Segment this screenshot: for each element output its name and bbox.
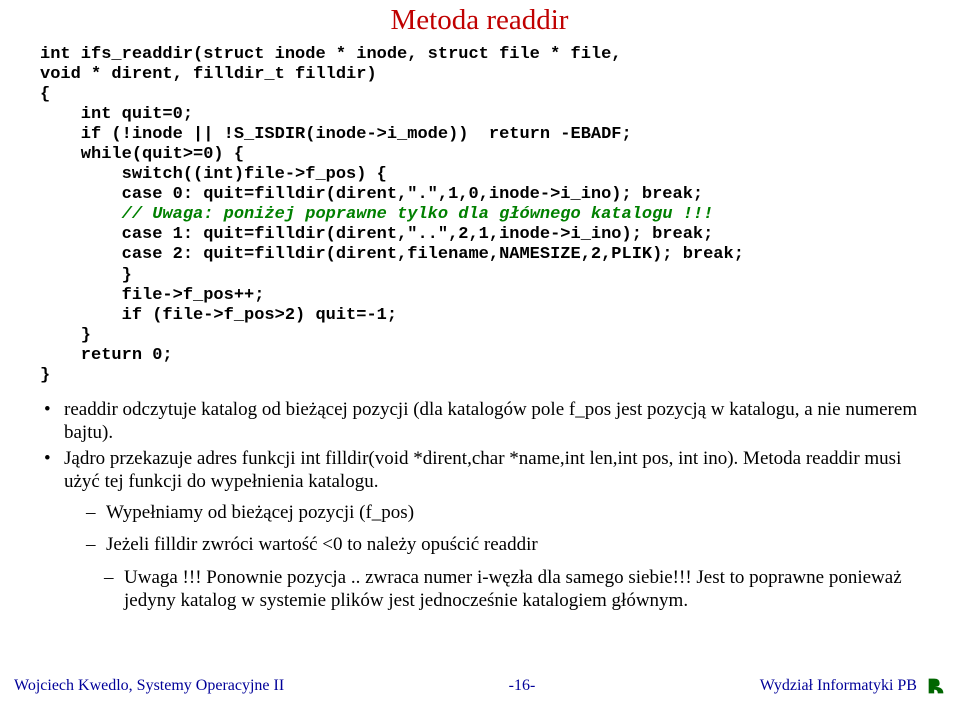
code-line: int ifs_readdir(struct inode * inode, st… [40, 45, 622, 64]
code-line: } [40, 366, 50, 385]
logo-icon [925, 675, 947, 697]
list-item: Wypełniamy od bieżącej pozycji (f_pos) [64, 501, 919, 524]
list-item: Uwaga !!! Ponownie pozycja .. zwraca num… [64, 566, 919, 612]
code-line: case 2: quit=filldir(dirent,filename,NAM… [40, 245, 744, 264]
list-item: readdir odczytuje katalog od bieżącej po… [40, 398, 919, 444]
code-line [40, 205, 122, 224]
code-line: switch((int)file->f_pos) { [40, 165, 387, 184]
code-line: file->f_pos++; [40, 286, 264, 305]
list-item: Jeżeli filldir zwróci wartość <0 to nale… [64, 533, 919, 556]
footer-center: -16- [509, 677, 536, 695]
page-title: Metoda readdir [40, 4, 919, 37]
code-line: if (file->f_pos>2) quit=-1; [40, 306, 397, 325]
code-line: } [40, 326, 91, 345]
bullet-list: readdir odczytuje katalog od bieżącej po… [40, 398, 919, 612]
code-line: case 0: quit=filldir(dirent,".",1,0,inod… [40, 185, 703, 204]
code-line: case 1: quit=filldir(dirent,"..",2,1,ino… [40, 225, 713, 244]
footer: Wojciech Kwedlo, Systemy Operacyjne II -… [0, 675, 959, 697]
footer-right: Wydział Informatyki PB [760, 677, 917, 695]
footer-left: Wojciech Kwedlo, Systemy Operacyjne II [14, 677, 284, 695]
code-line: if (!inode || !S_ISDIR(inode->i_mode)) r… [40, 125, 632, 144]
list-item-text: Jądro przekazuje adres funkcji int filld… [64, 448, 901, 492]
code-line: void * dirent, filldir_t filldir) [40, 65, 377, 84]
code-line: int quit=0; [40, 105, 193, 124]
code-comment: // Uwaga: poniżej poprawne tylko dla głó… [122, 205, 714, 224]
code-block: int ifs_readdir(struct inode * inode, st… [40, 45, 919, 386]
code-line: return 0; [40, 346, 173, 365]
code-line: } [40, 266, 132, 285]
code-line: while(quit>=0) { [40, 145, 244, 164]
list-item: Jądro przekazuje adres funkcji int filld… [40, 447, 919, 612]
code-line: { [40, 85, 50, 104]
